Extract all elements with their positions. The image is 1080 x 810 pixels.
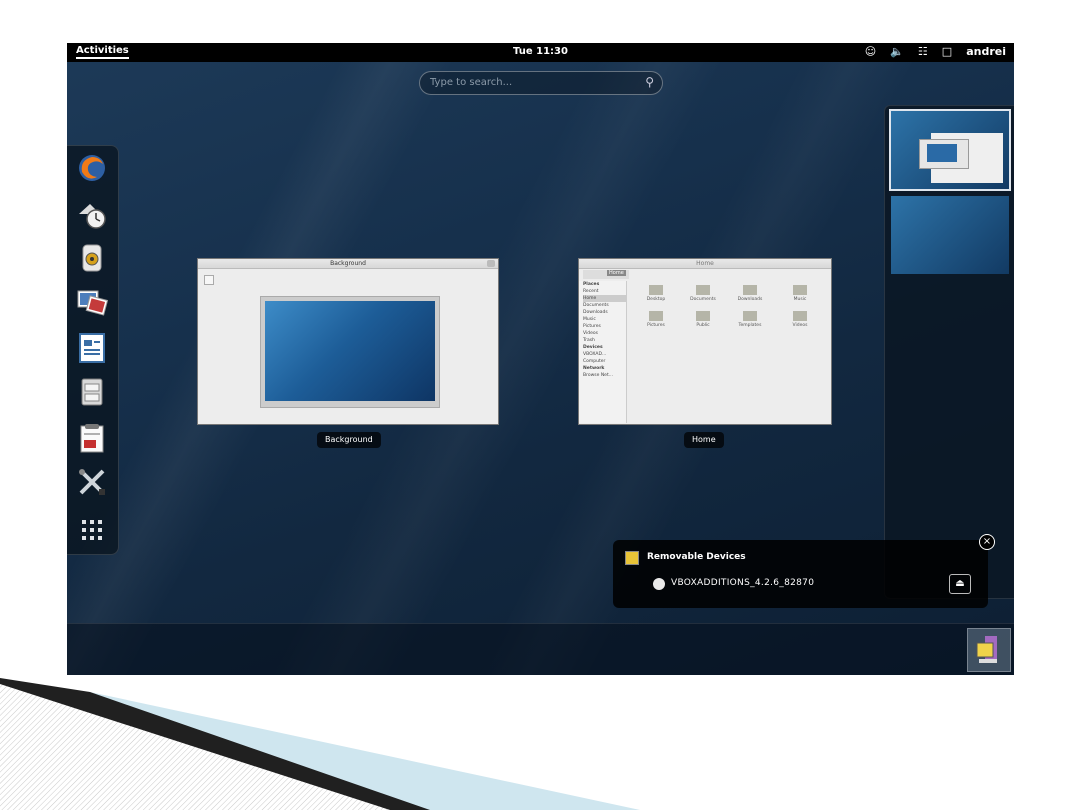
notification-title: Removable Devices xyxy=(647,552,746,562)
sidebar-item-recent[interactable]: Recent xyxy=(583,288,626,295)
sidebar-item-vboxad[interactable]: VBOXAD... xyxy=(583,351,626,358)
folder-item[interactable]: Videos xyxy=(785,311,815,328)
folder-icon xyxy=(649,311,663,321)
disc-icon xyxy=(653,578,665,590)
workspace-1[interactable] xyxy=(889,109,1011,191)
path-home[interactable]: Home xyxy=(607,270,626,276)
chat-icon: □ xyxy=(941,45,953,58)
sidebar-item-browse-network[interactable]: Browse Net... xyxy=(583,372,626,379)
sidebar-item-downloads[interactable]: Downloads xyxy=(583,309,626,316)
firefox-icon[interactable] xyxy=(76,152,108,184)
search-icon: ⚲ xyxy=(645,75,654,89)
settings-tools-icon[interactable] xyxy=(76,466,108,498)
grid-icon xyxy=(204,275,214,285)
folder-item[interactable]: Templates xyxy=(735,311,765,328)
writer-icon[interactable] xyxy=(76,332,108,364)
sidebar-item-home[interactable]: Home xyxy=(583,295,626,302)
sidebar-item-videos[interactable]: Videos xyxy=(583,330,626,337)
wallpaper-preview xyxy=(260,296,440,408)
window-title: Background xyxy=(198,259,498,269)
software-icon[interactable] xyxy=(76,376,108,408)
document-icon[interactable] xyxy=(76,422,108,454)
folder-item[interactable]: Documents xyxy=(688,285,718,302)
slide-decoration xyxy=(0,670,1080,810)
network-icon[interactable]: ☷ xyxy=(918,45,928,58)
sidebar: Places Recent Home Documents Downloads M… xyxy=(579,281,627,423)
sidebar-item-computer[interactable]: Computer xyxy=(583,358,626,365)
sidebar-item-music[interactable]: Music xyxy=(583,316,626,323)
sidebar-heading: Devices xyxy=(583,345,603,350)
show-applications-icon[interactable] xyxy=(76,514,108,546)
tray-removable-device-icon[interactable] xyxy=(967,628,1011,672)
folder-icon xyxy=(649,285,663,295)
gnome-desktop: Activities Tue 11:30 ☺ 🔈 ☷ □ andrei Type… xyxy=(67,43,1014,675)
sidebar-heading: Network xyxy=(583,366,605,371)
path-bar: Home xyxy=(583,270,629,279)
folder-icon xyxy=(696,311,710,321)
status-tray: ☺ 🔈 ☷ □ andrei xyxy=(865,45,1006,58)
search-input[interactable]: Type to search... ⚲ xyxy=(419,71,663,95)
background-window[interactable]: Background xyxy=(197,258,499,425)
folder-icon xyxy=(743,285,757,295)
sidebar-heading: Places xyxy=(583,282,600,287)
eject-button[interactable]: ⏏ xyxy=(949,574,971,594)
user-menu[interactable]: andrei xyxy=(966,45,1006,58)
folder-icon xyxy=(696,285,710,295)
folder-item[interactable]: Pictures xyxy=(641,311,671,328)
message-tray xyxy=(67,623,1014,675)
accessibility-icon[interactable]: ☺ xyxy=(865,45,876,58)
top-bar: Activities Tue 11:30 ☺ 🔈 ☷ □ andrei xyxy=(67,43,1014,62)
folder-icon xyxy=(793,285,807,295)
folder-item[interactable]: Public xyxy=(688,311,718,328)
rhythmbox-icon[interactable] xyxy=(76,242,108,274)
folder-item[interactable]: Music xyxy=(785,285,815,302)
window-title: Home xyxy=(579,259,831,269)
search-placeholder: Type to search... xyxy=(430,77,513,88)
sidebar-item-documents[interactable]: Documents xyxy=(583,302,626,309)
folder-icon xyxy=(743,311,757,321)
window-close-icon[interactable] xyxy=(487,260,495,267)
notification-popup[interactable]: Removable Devices VBOXADDITIONS_4.2.6_82… xyxy=(613,540,988,608)
notification-close-icon[interactable]: × xyxy=(979,534,995,550)
background-caption[interactable]: Background xyxy=(317,432,381,448)
workspace-switcher xyxy=(884,105,1014,599)
dash xyxy=(67,145,119,555)
clock-app-icon[interactable] xyxy=(76,198,108,230)
image-viewer-icon[interactable] xyxy=(76,286,109,318)
folder-item[interactable]: Downloads xyxy=(735,285,765,302)
folder-icon xyxy=(793,311,807,321)
workspace-2[interactable] xyxy=(891,196,1009,274)
sidebar-item-pictures[interactable]: Pictures xyxy=(583,323,626,330)
volume-icon[interactable]: 🔈 xyxy=(890,45,904,58)
device-name[interactable]: VBOXADDITIONS_4.2.6_82870 xyxy=(671,578,814,588)
home-caption[interactable]: Home xyxy=(684,432,724,448)
removable-device-icon xyxy=(625,551,639,565)
home-window[interactable]: Home Home Places Recent Home Documents D… xyxy=(578,258,832,425)
folder-item[interactable]: Desktop xyxy=(641,285,671,302)
sidebar-item-trash[interactable]: Trash xyxy=(583,337,626,344)
